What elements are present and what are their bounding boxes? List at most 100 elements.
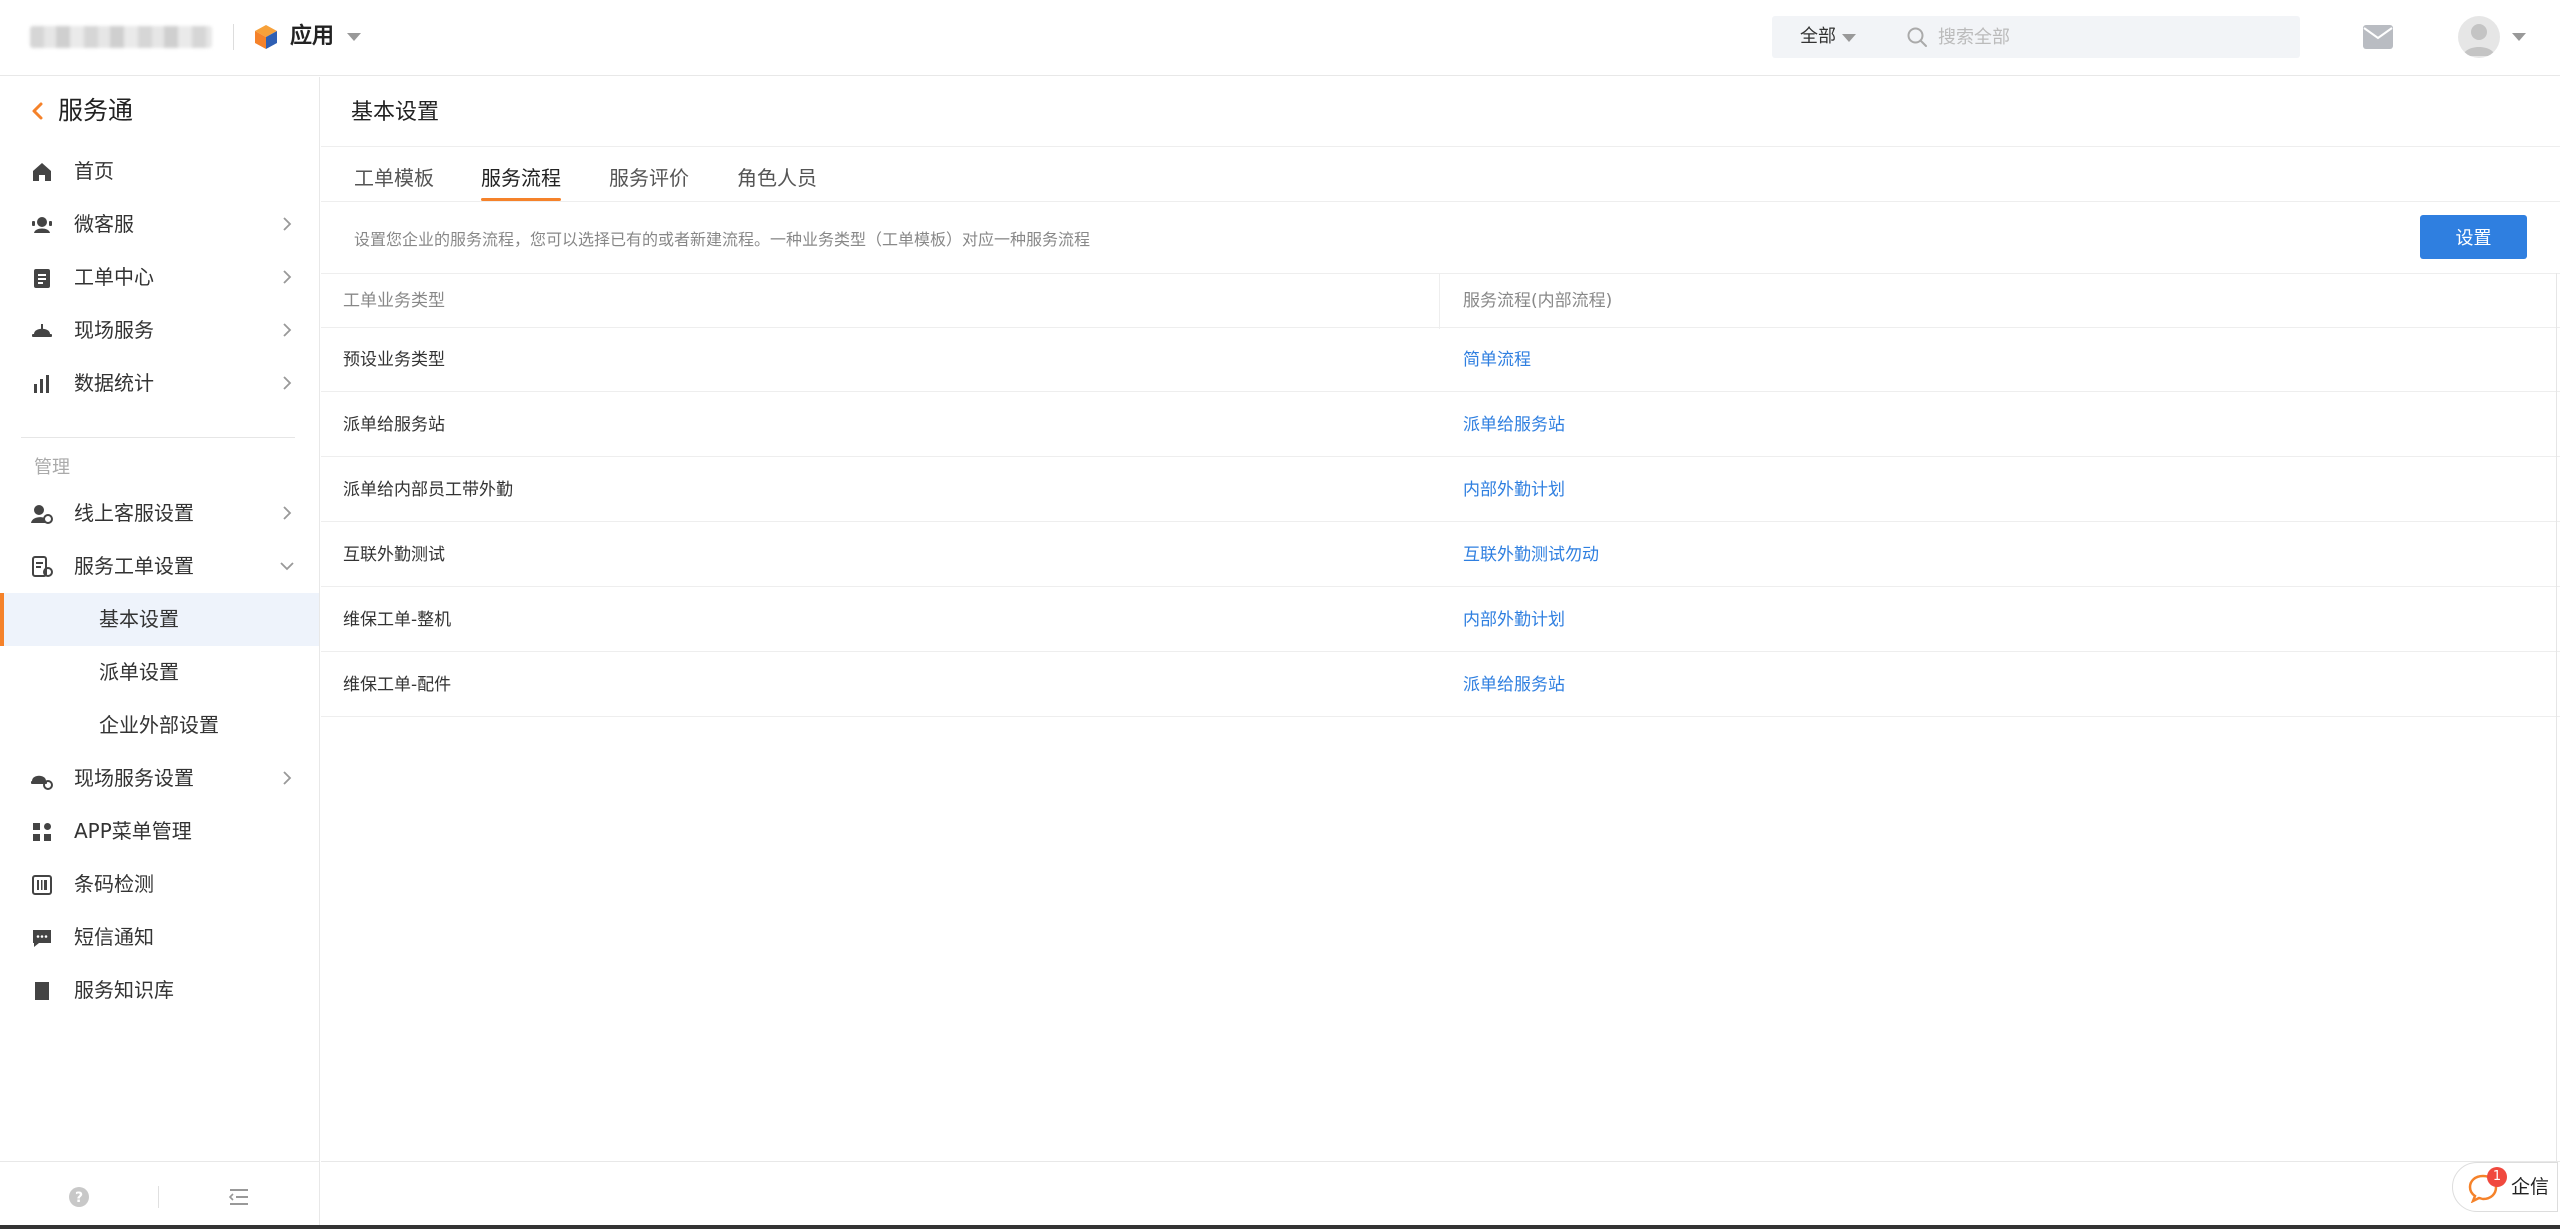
sidebar-item-statistics[interactable]: 数据统计	[0, 357, 319, 410]
caret-down-icon[interactable]	[2512, 33, 2526, 41]
table-row: 预设业务类型 简单流程	[321, 328, 2560, 392]
table-row: 维保工单-配件 派单给服务站	[321, 653, 2560, 717]
divider	[321, 1161, 2560, 1162]
sidebar-item-label: APP菜单管理	[74, 819, 192, 843]
sidebar-item-label: 微客服	[74, 212, 134, 236]
description-text: 设置您企业的服务流程，您可以选择已有的或者新建流程。一种业务类型（工单模板）对应…	[354, 230, 1091, 249]
settings-button[interactable]: 设置	[2420, 215, 2527, 259]
chevron-right-icon	[283, 323, 292, 337]
sidebar-item-home[interactable]: 首页	[0, 145, 319, 198]
qixin-label: 企信	[2511, 1176, 2550, 1198]
sidebar-item-dispatch-settings[interactable]: 派单设置	[0, 646, 319, 699]
helmet-icon	[32, 324, 52, 337]
ticket-type-cell: 互联外勤测试	[343, 545, 445, 565]
main-content: 基本设置 工单模板 服务流程 服务评价 角色人员 设置您企业的服务流程，您可以选…	[321, 77, 2560, 1229]
sidebar-footer: ?	[0, 1161, 319, 1229]
sidebar-item-online-service-settings[interactable]: 线上客服设置	[0, 487, 319, 540]
caret-down-icon[interactable]	[1842, 34, 1856, 42]
app-switcher-label[interactable]: 应用	[290, 20, 334, 54]
sidebar-item-label: 数据统计	[74, 371, 154, 395]
bar-chart-icon	[34, 375, 49, 393]
search-input[interactable]	[1938, 16, 2278, 58]
ticket-settings-icon	[32, 556, 53, 577]
ticket-type-cell: 预设业务类型	[343, 350, 445, 370]
sidebar-item-external-settings[interactable]: 企业外部设置	[0, 699, 319, 752]
ticket-icon	[34, 269, 50, 288]
sidebar-item-knowledge-base[interactable]: 服务知识库	[0, 964, 319, 1017]
collapse-menu-icon[interactable]	[228, 1186, 250, 1208]
page-title: 基本设置	[351, 100, 440, 125]
qixin-chat-button[interactable]: 1 企信	[2452, 1162, 2558, 1212]
grid-icon	[33, 823, 51, 841]
footer-divider	[158, 1186, 159, 1208]
caret-down-icon[interactable]	[347, 33, 361, 41]
tab-ticket-template[interactable]: 工单模板	[354, 159, 434, 205]
barcode-icon	[32, 875, 52, 895]
column-header-flow: 服务流程(内部流程)	[1463, 291, 1613, 311]
table-row: 派单给服务站 派单给服务站	[321, 393, 2560, 457]
divider	[321, 201, 2560, 202]
sidebar-item-wechat-service[interactable]: 微客服	[0, 198, 319, 251]
sidebar-title: 服务通	[58, 96, 134, 125]
field-settings-icon	[31, 775, 53, 790]
flow-link[interactable]: 简单流程	[1463, 328, 1531, 392]
app-cube-icon[interactable]	[252, 23, 280, 51]
back-arrow-icon[interactable]	[30, 101, 44, 121]
flow-link[interactable]: 派单给服务站	[1463, 653, 1565, 717]
tab-service-flow[interactable]: 服务流程	[481, 159, 561, 205]
sidebar-item-label: 线上客服设置	[74, 501, 194, 525]
tab-service-rating[interactable]: 服务评价	[609, 159, 689, 205]
sidebar-item-field-service[interactable]: 现场服务	[0, 304, 319, 357]
user-icon	[2463, 24, 2495, 56]
sidebar-item-label: 现场服务	[74, 318, 154, 342]
ticket-type-cell: 维保工单-整机	[343, 610, 452, 630]
top-divider	[233, 24, 234, 50]
customer-service-icon	[32, 217, 52, 233]
sidebar-item-label: 派单设置	[99, 660, 179, 684]
search-icon	[1907, 27, 1927, 47]
flow-link[interactable]: 互联外勤测试勿动	[1463, 523, 1599, 587]
sidebar-item-ticket-center[interactable]: 工单中心	[0, 251, 319, 304]
sidebar-item-label: 基本设置	[99, 607, 179, 631]
sidebar-item-label: 条码检测	[74, 872, 154, 896]
sidebar-item-sms[interactable]: 短信通知	[0, 911, 319, 964]
sidebar-item-label: 企业外部设置	[99, 713, 219, 737]
chevron-right-icon	[283, 506, 292, 520]
sidebar-item-label: 现场服务设置	[74, 766, 194, 790]
sidebar-item-label: 工单中心	[74, 265, 154, 289]
sidebar-item-field-service-settings[interactable]: 现场服务设置	[0, 752, 319, 805]
book-icon	[35, 982, 49, 1000]
help-icon[interactable]: ?	[68, 1186, 90, 1208]
sidebar-item-app-menu[interactable]: APP菜单管理	[0, 805, 319, 858]
home-icon	[33, 163, 51, 181]
ticket-type-cell: 维保工单-配件	[343, 675, 452, 695]
chevron-right-icon	[283, 376, 292, 390]
unread-badge: 1	[2487, 1167, 2507, 1187]
ticket-type-cell: 派单给服务站	[343, 415, 445, 435]
window-bottom-edge	[0, 1225, 2560, 1229]
sidebar-item-label: 短信通知	[74, 925, 154, 949]
table-row: 维保工单-整机 内部外勤计划	[321, 588, 2560, 652]
table-row: 互联外勤测试 互联外勤测试勿动	[321, 523, 2560, 587]
sidebar: 服务通 首页 微客服 工单中心 现场服务 数据统计 管理 线上客服设置 服务工单…	[0, 77, 320, 1229]
sidebar-item-barcode[interactable]: 条码检测	[0, 858, 319, 911]
user-avatar[interactable]	[2458, 16, 2500, 58]
top-bar: 应用 全部	[0, 0, 2560, 76]
search-scope-select[interactable]: 全部	[1800, 16, 1836, 58]
sms-icon	[33, 930, 51, 947]
scrollbar-track[interactable]	[2556, 273, 2557, 1163]
sidebar-divider	[21, 437, 295, 438]
mail-icon[interactable]	[2362, 24, 2394, 50]
table-header: 工单业务类型 服务流程(内部流程)	[321, 273, 2560, 329]
flow-link[interactable]: 派单给服务站	[1463, 393, 1565, 457]
sidebar-item-label: 服务知识库	[74, 978, 174, 1002]
user-settings-icon	[31, 505, 53, 524]
chevron-right-icon	[283, 217, 292, 231]
flow-link[interactable]: 内部外勤计划	[1463, 588, 1565, 652]
sidebar-item-basic-settings[interactable]: 基本设置	[0, 593, 319, 646]
flow-link[interactable]: 内部外勤计划	[1463, 458, 1565, 522]
sidebar-item-ticket-settings[interactable]: 服务工单设置	[0, 540, 319, 593]
company-logo[interactable]	[30, 26, 212, 48]
tab-role-members[interactable]: 角色人员	[737, 159, 817, 205]
chevron-right-icon	[283, 771, 292, 785]
